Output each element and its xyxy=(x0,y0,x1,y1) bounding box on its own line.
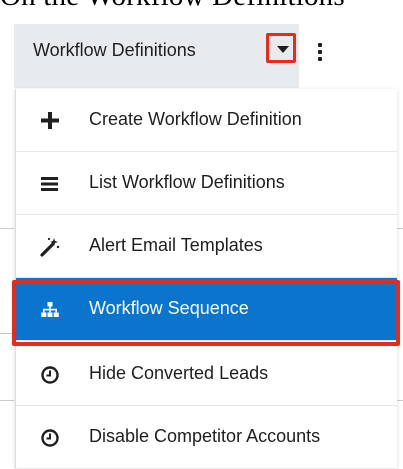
clock-icon xyxy=(40,428,60,448)
menu-item-label: Create Workflow Definition xyxy=(89,109,302,129)
menu-item-label: Hide Converted Leads xyxy=(89,363,269,383)
background-divider xyxy=(0,228,14,229)
background-divider xyxy=(397,400,403,401)
menu-item-disable-competitor-accounts[interactable]: Disable Competitor Accounts xyxy=(16,406,397,469)
dropdown-toggle-button[interactable] xyxy=(266,33,296,63)
caret-down-icon xyxy=(277,46,289,53)
plus-icon xyxy=(40,111,60,131)
workflow-definitions-tab[interactable]: Workflow Definitions xyxy=(14,24,299,88)
menu-item-label: Alert Email Templates xyxy=(89,235,263,255)
menu-item-hide-converted-leads[interactable]: Hide Converted Leads xyxy=(16,343,397,406)
menu-item-list-workflow-definitions[interactable]: List Workflow Definitions xyxy=(16,152,397,215)
background-divider xyxy=(0,400,14,401)
menu-item-create-workflow-definition[interactable]: Create Workflow Definition xyxy=(16,89,397,152)
workflow-definitions-label: Workflow Definitions xyxy=(33,40,196,60)
menu-item-label: List Workflow Definitions xyxy=(89,172,285,192)
list-icon xyxy=(40,174,60,194)
kebab-vertical-icon[interactable] xyxy=(315,40,327,70)
page-heading: On the Workflow Definitions xyxy=(0,0,403,13)
highlight-outline xyxy=(12,280,400,346)
magic-wand-icon xyxy=(40,237,60,257)
actions-dropdown-menu: Create Workflow Definition List Workflow… xyxy=(15,89,397,468)
background-divider xyxy=(397,228,403,229)
menu-item-label: Disable Competitor Accounts xyxy=(89,426,321,446)
clock-icon xyxy=(40,365,60,385)
menu-item-alert-email-templates[interactable]: Alert Email Templates xyxy=(16,215,397,278)
